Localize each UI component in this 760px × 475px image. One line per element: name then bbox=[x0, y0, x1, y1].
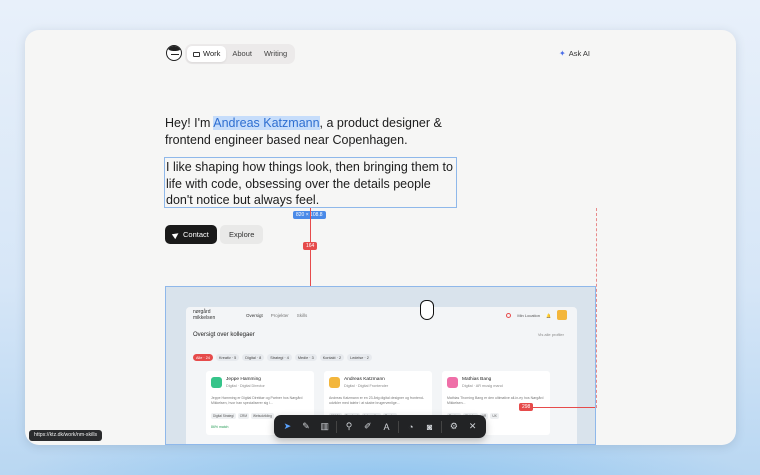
send-icon bbox=[171, 230, 181, 239]
bell-icon: 🔔 bbox=[546, 312, 551, 318]
preview-header-right: Min Location 🔔 bbox=[506, 310, 567, 320]
contact-label: Contact bbox=[183, 230, 209, 239]
columns-icon[interactable]: ▥ bbox=[318, 420, 332, 434]
text-icon[interactable]: A bbox=[379, 420, 393, 434]
tab-about-label: About bbox=[232, 49, 252, 58]
preview-title: Oversigt over kollegaer bbox=[193, 332, 255, 338]
preview-nav-item: Projekter bbox=[270, 313, 289, 318]
preview-filter-chips: Alle · 24 Kreativ · 5 Digital · 8 Strate… bbox=[193, 354, 372, 361]
profile-avatar bbox=[447, 377, 458, 388]
filter-chip: Ledelse · 2 bbox=[347, 354, 372, 361]
preview-logo-line2: mikkelsen bbox=[193, 314, 216, 321]
explore-button[interactable]: Explore bbox=[220, 225, 264, 244]
profile-desc: Jeppe Hamming er Digital Direktør og Par… bbox=[211, 396, 303, 405]
hand-cursor-icon bbox=[420, 300, 434, 320]
profile-avatar bbox=[329, 377, 340, 388]
measure-line-horizontal bbox=[531, 407, 595, 408]
top-nav: Work About Writing ✦ Ask AI bbox=[25, 30, 736, 80]
timer-icon[interactable]: ◔ bbox=[404, 420, 418, 434]
contact-button[interactable]: Contact bbox=[165, 225, 217, 244]
pen-icon[interactable]: ✎ bbox=[299, 420, 313, 434]
profile-tag: UX bbox=[490, 413, 499, 419]
explore-label: Explore bbox=[229, 230, 255, 239]
hero-paragraph[interactable]: I like shaping how things look, then bri… bbox=[164, 157, 457, 208]
select-icon[interactable]: ➤ bbox=[280, 420, 294, 434]
filter-chip: Alle · 24 bbox=[193, 354, 213, 361]
filter-chip: Kontakt · 2 bbox=[319, 354, 345, 361]
close-icon[interactable]: ✕ bbox=[466, 420, 480, 434]
profile-desc: Andreas Katzmann er en 23-årig digital d… bbox=[329, 396, 424, 405]
tab-writing-label: Writing bbox=[263, 49, 288, 58]
profile-match: 86% match bbox=[211, 425, 229, 429]
location-icon bbox=[506, 312, 512, 318]
folder-icon bbox=[193, 51, 200, 57]
preview-status: Min Location bbox=[517, 312, 541, 318]
avatar[interactable] bbox=[166, 45, 182, 61]
measure-tag: 164 bbox=[303, 242, 318, 250]
filter-chip: Strategi · 4 bbox=[267, 354, 292, 361]
camera-icon[interactable]: ◙ bbox=[423, 420, 437, 434]
profile-role: Digital · Digital Frontender bbox=[344, 384, 389, 388]
tab-about[interactable]: About bbox=[226, 46, 258, 62]
hero-intro: Hey! I'm Andreas Katzmann, a product des… bbox=[165, 115, 465, 149]
preview-nav-item: Skills bbox=[296, 313, 308, 318]
measure-tag-horizontal: 298 bbox=[519, 403, 534, 411]
ask-ai-label: Ask AI bbox=[568, 49, 590, 58]
sparkle-icon: ✦ bbox=[559, 49, 566, 58]
profile-tag: CRM bbox=[237, 413, 249, 419]
hero-intro-before: Hey! I'm bbox=[165, 116, 214, 130]
share-icon[interactable]: ⚲ bbox=[342, 420, 356, 434]
preview-nav: Oversigt Projekter Skills bbox=[246, 313, 307, 318]
browser-window: Work About Writing ✦ Ask AI Hey! I'm And… bbox=[25, 30, 736, 445]
tab-writing[interactable]: Writing bbox=[258, 46, 293, 62]
settings-icon[interactable]: ⚙ bbox=[447, 420, 461, 434]
hero-name-highlight[interactable]: Andreas Katzmann bbox=[213, 116, 320, 130]
toolbar-divider bbox=[336, 420, 338, 433]
profile-avatar bbox=[211, 377, 222, 388]
tab-work[interactable]: Work bbox=[187, 46, 227, 62]
profile-tag: Digital Strategi bbox=[211, 413, 236, 419]
preview-view-profiles: Vis alle profiler bbox=[537, 332, 564, 337]
toolbar-divider bbox=[398, 420, 400, 433]
design-toolbar: ➤ ✎ ▥ ⚲ ✐ A ◔ ◙ ⚙ ✕ bbox=[274, 415, 486, 438]
preview-logo: nørgård mikkelsen bbox=[193, 309, 216, 321]
tab-work-label: Work bbox=[203, 49, 221, 58]
preview-avatar bbox=[557, 310, 567, 320]
filter-chip: Digital · 8 bbox=[242, 354, 265, 361]
guide-line bbox=[596, 208, 597, 408]
nav-tabs: Work About Writing bbox=[185, 44, 296, 64]
status-bar-url: https://ktz.dk/work/nm-skills bbox=[29, 430, 103, 441]
filter-chip: Medie · 3 bbox=[294, 354, 317, 361]
pencil-icon[interactable]: ✐ bbox=[361, 420, 375, 434]
profile-role: Digital · Digital Director bbox=[226, 384, 265, 388]
profile-name: Jeppe Hamming bbox=[226, 377, 261, 382]
ask-ai-button[interactable]: ✦ Ask AI bbox=[559, 49, 590, 58]
toolbar-divider bbox=[441, 420, 443, 433]
profile-name: Andreas Katzmann bbox=[344, 377, 385, 382]
profile-tag: Webudvikling bbox=[251, 413, 274, 419]
filter-chip: Kreativ · 5 bbox=[215, 354, 240, 361]
profile-role: Digital · AR musig mand bbox=[462, 384, 503, 388]
profile-name: Mathias Bang bbox=[462, 377, 492, 382]
preview-nav-item: Oversigt bbox=[246, 313, 263, 318]
profile-tags: Digital Strategi CRM Webudvikling bbox=[211, 413, 274, 419]
